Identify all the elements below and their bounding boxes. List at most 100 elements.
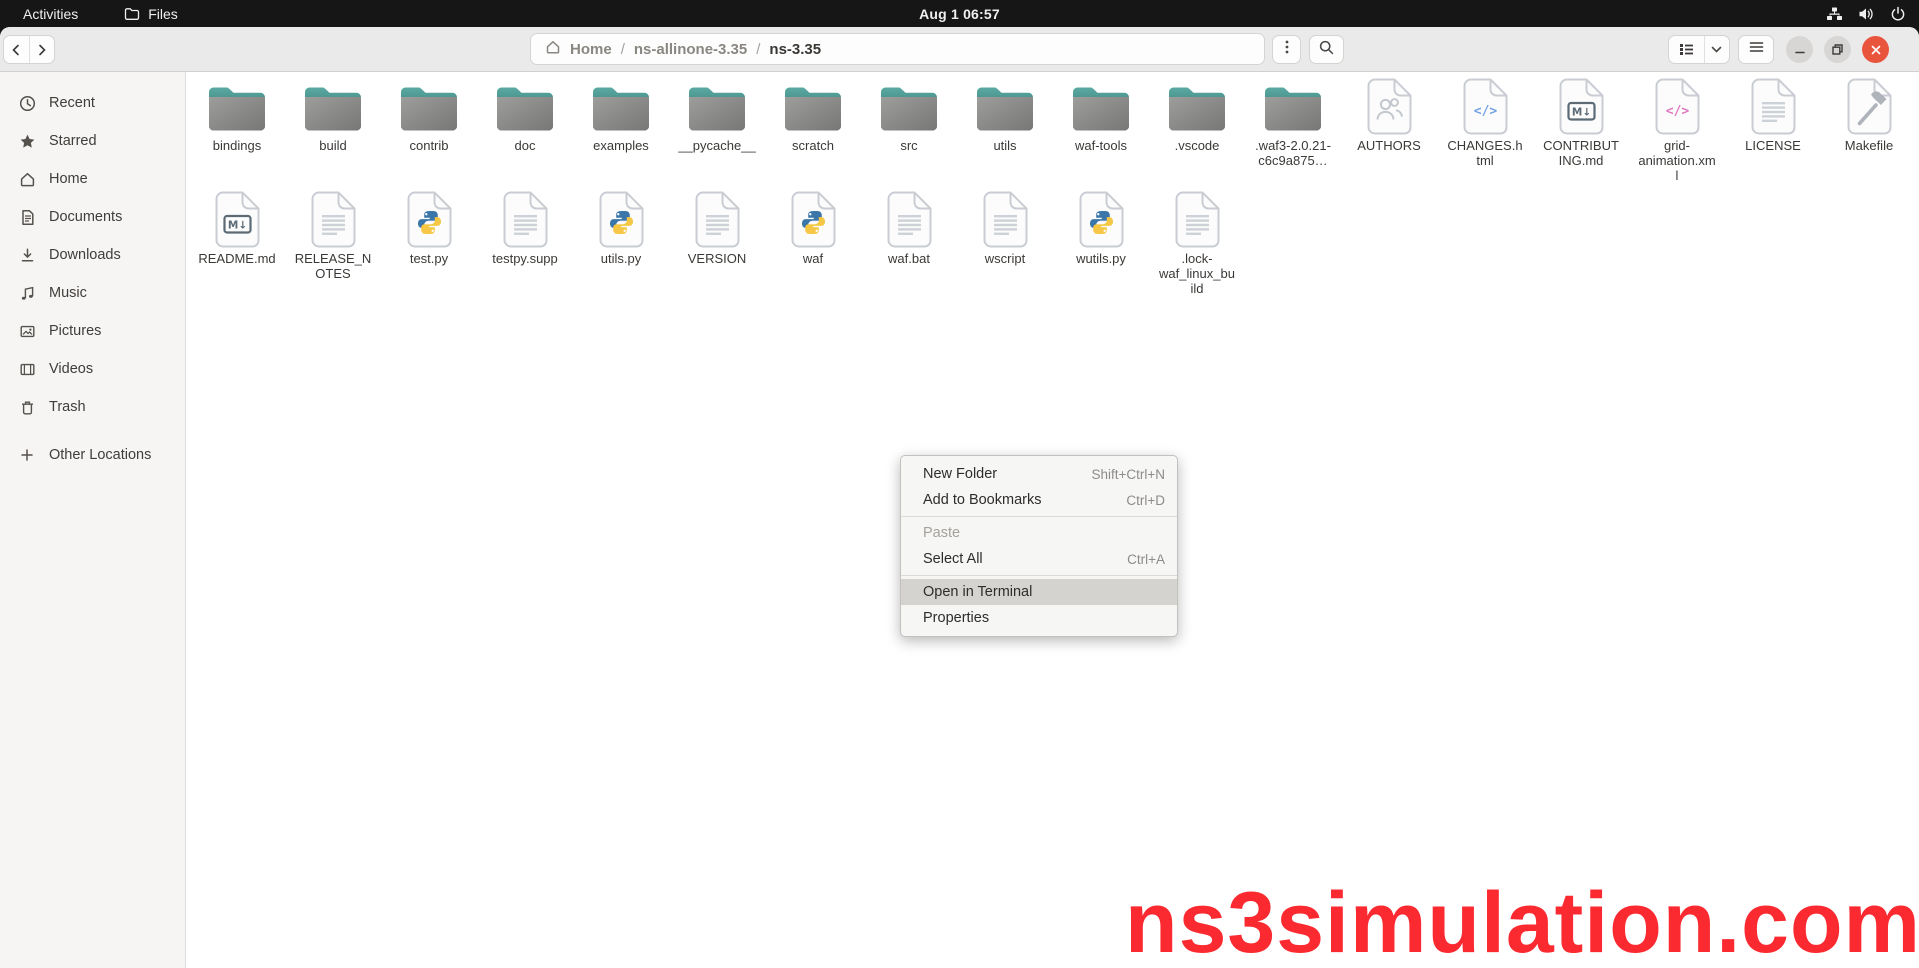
folder-item-doc[interactable]: doc — [477, 77, 573, 190]
file-label: contrib — [409, 138, 448, 153]
menu-item-add-to-bookmarks[interactable]: Add to BookmarksCtrl+D — [901, 487, 1177, 513]
folder-icon — [878, 77, 940, 135]
sidebar-item-recent[interactable]: Recent — [5, 84, 180, 122]
file-item-test-py[interactable]: test.py — [381, 190, 477, 296]
forward-button[interactable] — [30, 36, 55, 63]
sidebar-item-starred[interactable]: Starred — [5, 122, 180, 160]
home-icon — [18, 171, 36, 188]
search-button[interactable] — [1309, 35, 1344, 64]
sidebar-item-label: Music — [49, 285, 87, 301]
restore-button[interactable] — [1824, 36, 1851, 63]
network-icon[interactable] — [1826, 6, 1843, 22]
minimize-button[interactable] — [1786, 36, 1813, 63]
menu-item-select-all[interactable]: Select AllCtrl+A — [901, 546, 1177, 572]
file-item-testpy-supp[interactable]: testpy.supp — [477, 190, 573, 296]
file-item-readme-md[interactable]: M↓README.md — [189, 190, 285, 296]
close-button[interactable] — [1862, 36, 1889, 63]
file-item-grid-animation-xml[interactable]: </>grid-animation.xml — [1629, 77, 1725, 190]
folder-item-waf-tools[interactable]: waf-tools — [1053, 77, 1149, 190]
makefile-icon — [1847, 77, 1892, 135]
folder-item-vscode[interactable]: .vscode — [1149, 77, 1245, 190]
file-label: .waf3-2.0.21-c6c9a875… — [1254, 138, 1332, 168]
view-options-button[interactable] — [1705, 36, 1729, 63]
text-file-icon — [503, 190, 548, 248]
power-icon[interactable] — [1890, 6, 1906, 22]
sidebar-item-music[interactable]: Music — [5, 274, 180, 312]
app-menu-button[interactable] — [1738, 35, 1774, 64]
sidebar-item-label: Documents — [49, 209, 122, 225]
file-item-version[interactable]: VERSION — [669, 190, 765, 296]
file-item-authors[interactable]: AUTHORS — [1341, 77, 1437, 190]
folder-item-contrib[interactable]: contrib — [381, 77, 477, 190]
breadcrumb-segment-home[interactable]: Home — [570, 41, 612, 58]
menu-item-label: Add to Bookmarks — [923, 492, 1041, 508]
files-app-label: Files — [148, 6, 178, 22]
back-button[interactable] — [4, 36, 29, 63]
folder-item-src[interactable]: src — [861, 77, 957, 190]
sidebar: Recent Starred Home Documents Downloads Music… — [0, 72, 186, 968]
file-item-makefile[interactable]: Makefile — [1821, 77, 1917, 190]
file-item-waf-bat[interactable]: waf.bat — [861, 190, 957, 296]
sidebar-item-documents[interactable]: Documents — [5, 198, 180, 236]
menu-item-label: New Folder — [923, 466, 997, 482]
menu-item-new-folder[interactable]: New FolderShift+Ctrl+N — [901, 461, 1177, 487]
file-label: waf — [803, 251, 823, 266]
volume-icon[interactable] — [1858, 6, 1875, 22]
path-options-button[interactable] — [1272, 35, 1301, 64]
folder-icon — [206, 77, 268, 135]
file-item-license[interactable]: LICENSE — [1725, 77, 1821, 190]
file-label: bindings — [213, 138, 261, 153]
file-item-lock-waf-linux-build[interactable]: .lock-waf_linux_build — [1149, 190, 1245, 296]
list-view-button[interactable] — [1669, 36, 1704, 63]
file-item-contributing-md[interactable]: M↓CONTRIBUTING.md — [1533, 77, 1629, 190]
file-item-wscript[interactable]: wscript — [957, 190, 1053, 296]
folder-icon — [782, 77, 844, 135]
focused-app-menu[interactable]: Files — [124, 6, 178, 22]
menu-item-open-in-terminal[interactable]: Open in Terminal — [901, 579, 1177, 605]
folder-item-waf3-2-0-21-c6c9a875[interactable]: .waf3-2.0.21-c6c9a875… — [1245, 77, 1341, 190]
sidebar-item-label: Trash — [49, 399, 86, 415]
file-label: README.md — [198, 251, 275, 266]
sidebar-item-pictures[interactable]: Pictures — [5, 312, 180, 350]
folder-item-examples[interactable]: examples — [573, 77, 669, 190]
file-item-utils-py[interactable]: utils.py — [573, 190, 669, 296]
documents-icon — [18, 209, 36, 226]
sidebar-item-trash[interactable]: Trash — [5, 388, 180, 426]
file-item-changes-html[interactable]: </>CHANGES.html — [1437, 77, 1533, 190]
folder-item-bindings[interactable]: bindings — [189, 77, 285, 190]
breadcrumb[interactable]: Home/ns-allinone-3.35/ns-3.35 — [530, 33, 1265, 65]
sidebar-item-home[interactable]: Home — [5, 160, 180, 198]
sidebar-item-videos[interactable]: Videos — [5, 350, 180, 388]
menu-item-paste: Paste — [901, 520, 1177, 546]
menu-item-properties[interactable]: Properties — [901, 605, 1177, 631]
folder-item-scratch[interactable]: scratch — [765, 77, 861, 190]
hamburger-menu-icon — [1748, 39, 1765, 60]
file-label: __pycache__ — [678, 138, 755, 153]
file-label: utils — [993, 138, 1016, 153]
python-file-icon — [407, 190, 452, 248]
folder-item-build[interactable]: build — [285, 77, 381, 190]
sidebar-item-label: Starred — [49, 133, 97, 149]
sidebar-item-downloads[interactable]: Downloads — [5, 236, 180, 274]
sidebar-item-label: Other Locations — [49, 447, 151, 463]
breadcrumb-segment-ns-allinone-3-35[interactable]: ns-allinone-3.35 — [634, 41, 747, 58]
sidebar-item-label: Home — [49, 171, 88, 187]
text-file-icon — [887, 190, 932, 248]
file-item-waf[interactable]: waf — [765, 190, 861, 296]
menu-item-label: Paste — [923, 525, 960, 541]
file-label: VERSION — [688, 251, 747, 266]
text-file-icon — [695, 190, 740, 248]
file-item-wutils-py[interactable]: wutils.py — [1053, 190, 1149, 296]
file-label: RELEASE_NOTES — [294, 251, 372, 281]
clock[interactable]: Aug 1 06:57 — [919, 6, 1000, 22]
breadcrumb-segment-ns-3-35[interactable]: ns-3.35 — [769, 41, 821, 58]
activities-button[interactable]: Activities — [23, 6, 78, 22]
folder-icon — [1262, 77, 1324, 135]
folder-item-utils[interactable]: utils — [957, 77, 1053, 190]
folder-item-pycache[interactable]: __pycache__ — [669, 77, 765, 190]
sidebar-item-other-locations[interactable]: Other Locations — [5, 436, 180, 474]
downloads-icon — [18, 247, 36, 264]
file-label: examples — [593, 138, 649, 153]
pictures-icon — [18, 323, 36, 340]
file-item-release-notes[interactable]: RELEASE_NOTES — [285, 190, 381, 296]
